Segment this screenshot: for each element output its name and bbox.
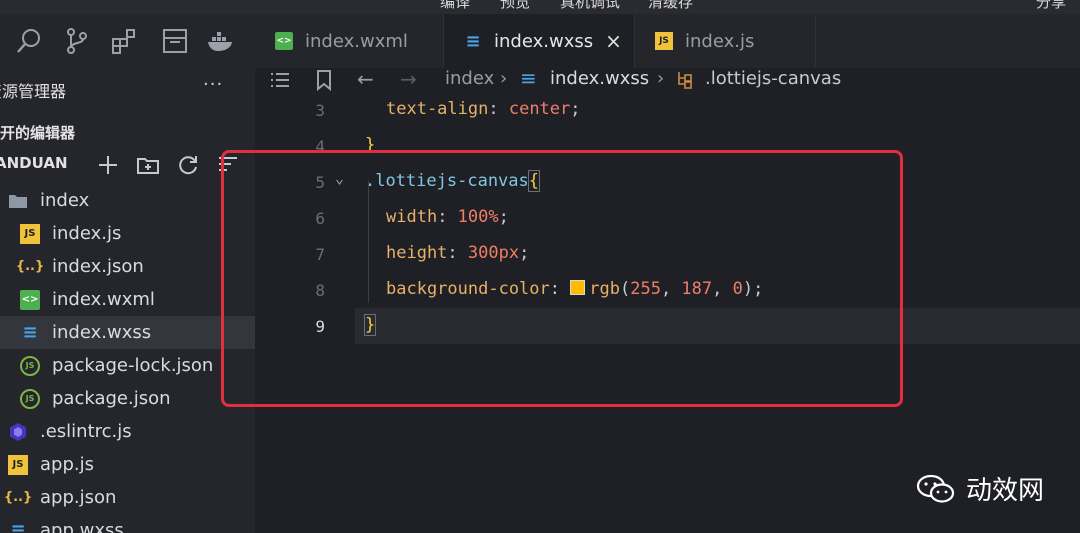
tree-item-label: .eslintrc.js	[40, 421, 132, 442]
tree-item-label: app.json	[40, 487, 117, 508]
tree-item-label: index.js	[52, 223, 122, 244]
node-file-icon: JS	[20, 355, 40, 376]
device-debug-button[interactable]: 真机调试	[560, 0, 620, 12]
js-file-icon: JS	[8, 454, 28, 475]
js-file-icon: JS	[20, 223, 40, 244]
tree-file-app-wxss[interactable]: ≡ app.wxss	[0, 514, 255, 533]
wxml-file-icon: <>	[20, 289, 40, 310]
breadcrumb: ← → index › ≡ index.wxss › .lottiejs-can…	[255, 66, 1080, 93]
tree-item-label: package-lock.json	[52, 355, 214, 376]
tree-file-package-lock-json[interactable]: JS package-lock.json	[0, 349, 255, 382]
chevron-right-icon: ›	[657, 68, 665, 89]
wechat-icon	[916, 474, 955, 503]
watermark-text: 动效网	[966, 476, 1045, 506]
tree-file-index-js[interactable]: JS index.js	[0, 217, 255, 250]
editor-tabs: <> index.wxml ≡ index.wxss × JS index.js	[255, 14, 1080, 68]
tree-file-index-json[interactable]: {..} index.json	[0, 250, 255, 283]
tree-file-package-json[interactable]: JS package.json	[0, 382, 255, 415]
explorer-sidebar: 资源管理器 ··· 打开的编辑器 ANDUAN index JS index.j…	[0, 68, 255, 533]
json-file-icon: {..}	[15, 259, 45, 274]
wxss-file-icon: ≡	[10, 520, 26, 533]
tree-item-label: index.wxss	[52, 322, 152, 343]
tree-file-index-wxss[interactable]: ≡ index.wxss	[0, 316, 255, 349]
symbol-class-icon	[678, 72, 692, 89]
tree-file-index-wxml[interactable]: <> index.wxml	[0, 283, 255, 316]
layout-icon[interactable]	[160, 26, 190, 56]
chevron-right-icon: ›	[500, 68, 508, 89]
new-folder-icon[interactable]	[135, 152, 161, 178]
tree-file-app-json[interactable]: {..} app.json	[0, 481, 255, 514]
source-control-icon[interactable]	[62, 26, 92, 56]
tree-item-label: index.json	[52, 256, 144, 277]
line-number: 3	[315, 101, 325, 120]
tab-index-wxss[interactable]: ≡ index.wxss ×	[444, 14, 634, 68]
compile-button[interactable]: 编译	[440, 0, 470, 12]
breadcrumb-folder[interactable]: index	[445, 68, 494, 89]
highlight-annotation-box	[221, 150, 903, 407]
new-file-icon[interactable]	[95, 152, 121, 178]
docker-icon[interactable]	[206, 26, 236, 56]
file-tree: index JS index.js {..} index.json <> ind…	[0, 184, 255, 533]
tab-label: index.wxml	[305, 30, 408, 52]
tab-index-js[interactable]: JS index.js	[635, 14, 815, 68]
tree-item-label: index.wxml	[52, 289, 155, 310]
top-toolbar: 编译 预览 真机调试 清缓存 分享	[0, 0, 1080, 14]
project-section[interactable]: ANDUAN	[0, 154, 68, 172]
wxss-file-icon: ≡	[520, 66, 537, 90]
wxml-file-icon: <>	[275, 32, 293, 50]
eslint-file-icon	[8, 422, 28, 442]
json-file-icon: {..}	[3, 490, 33, 505]
extensions-icon[interactable]	[110, 26, 140, 56]
breadcrumb-file[interactable]: index.wxss	[550, 68, 649, 89]
node-file-icon: JS	[20, 388, 40, 409]
wxss-file-icon: ≡	[22, 322, 38, 343]
tree-file-eslintrc[interactable]: .eslintrc.js	[0, 415, 255, 448]
tree-file-app-js[interactable]: JS app.js	[0, 448, 255, 481]
share-button[interactable]: 分享	[1036, 0, 1066, 12]
tab-index-wxml[interactable]: <> index.wxml	[255, 14, 443, 68]
wxss-file-icon: ≡	[465, 30, 481, 52]
activity-bar	[0, 14, 255, 68]
forward-arrow-icon[interactable]: →	[400, 67, 417, 91]
more-actions-button[interactable]: ···	[203, 74, 223, 95]
breadcrumb-symbol[interactable]: .lottiejs-canvas	[705, 68, 841, 89]
tree-folder-index[interactable]: index	[0, 184, 255, 217]
tree-item-label: index	[40, 190, 90, 211]
watermark: 动效网	[916, 470, 1044, 507]
js-file-icon: JS	[655, 32, 673, 50]
search-icon[interactable]	[14, 26, 44, 56]
tab-label: index.wxss	[494, 30, 594, 52]
explorer-title: 资源管理器	[0, 82, 67, 101]
back-arrow-icon[interactable]: ←	[357, 67, 374, 91]
clear-cache-button[interactable]: 清缓存	[648, 0, 693, 12]
open-editors-section[interactable]: 打开的编辑器	[0, 122, 75, 143]
outline-list-icon[interactable]	[269, 70, 291, 90]
preview-button[interactable]: 预览	[500, 0, 530, 12]
folder-icon	[8, 191, 28, 211]
code-line-3: text-align: center;	[386, 99, 581, 119]
close-tab-button[interactable]: ×	[605, 29, 622, 53]
tab-label: index.js	[685, 30, 755, 52]
tree-item-label: app.wxss	[40, 520, 124, 533]
refresh-icon[interactable]	[175, 152, 201, 178]
tree-item-label: app.js	[40, 454, 94, 475]
tree-item-label: package.json	[52, 388, 171, 409]
bookmark-icon[interactable]	[315, 69, 333, 91]
